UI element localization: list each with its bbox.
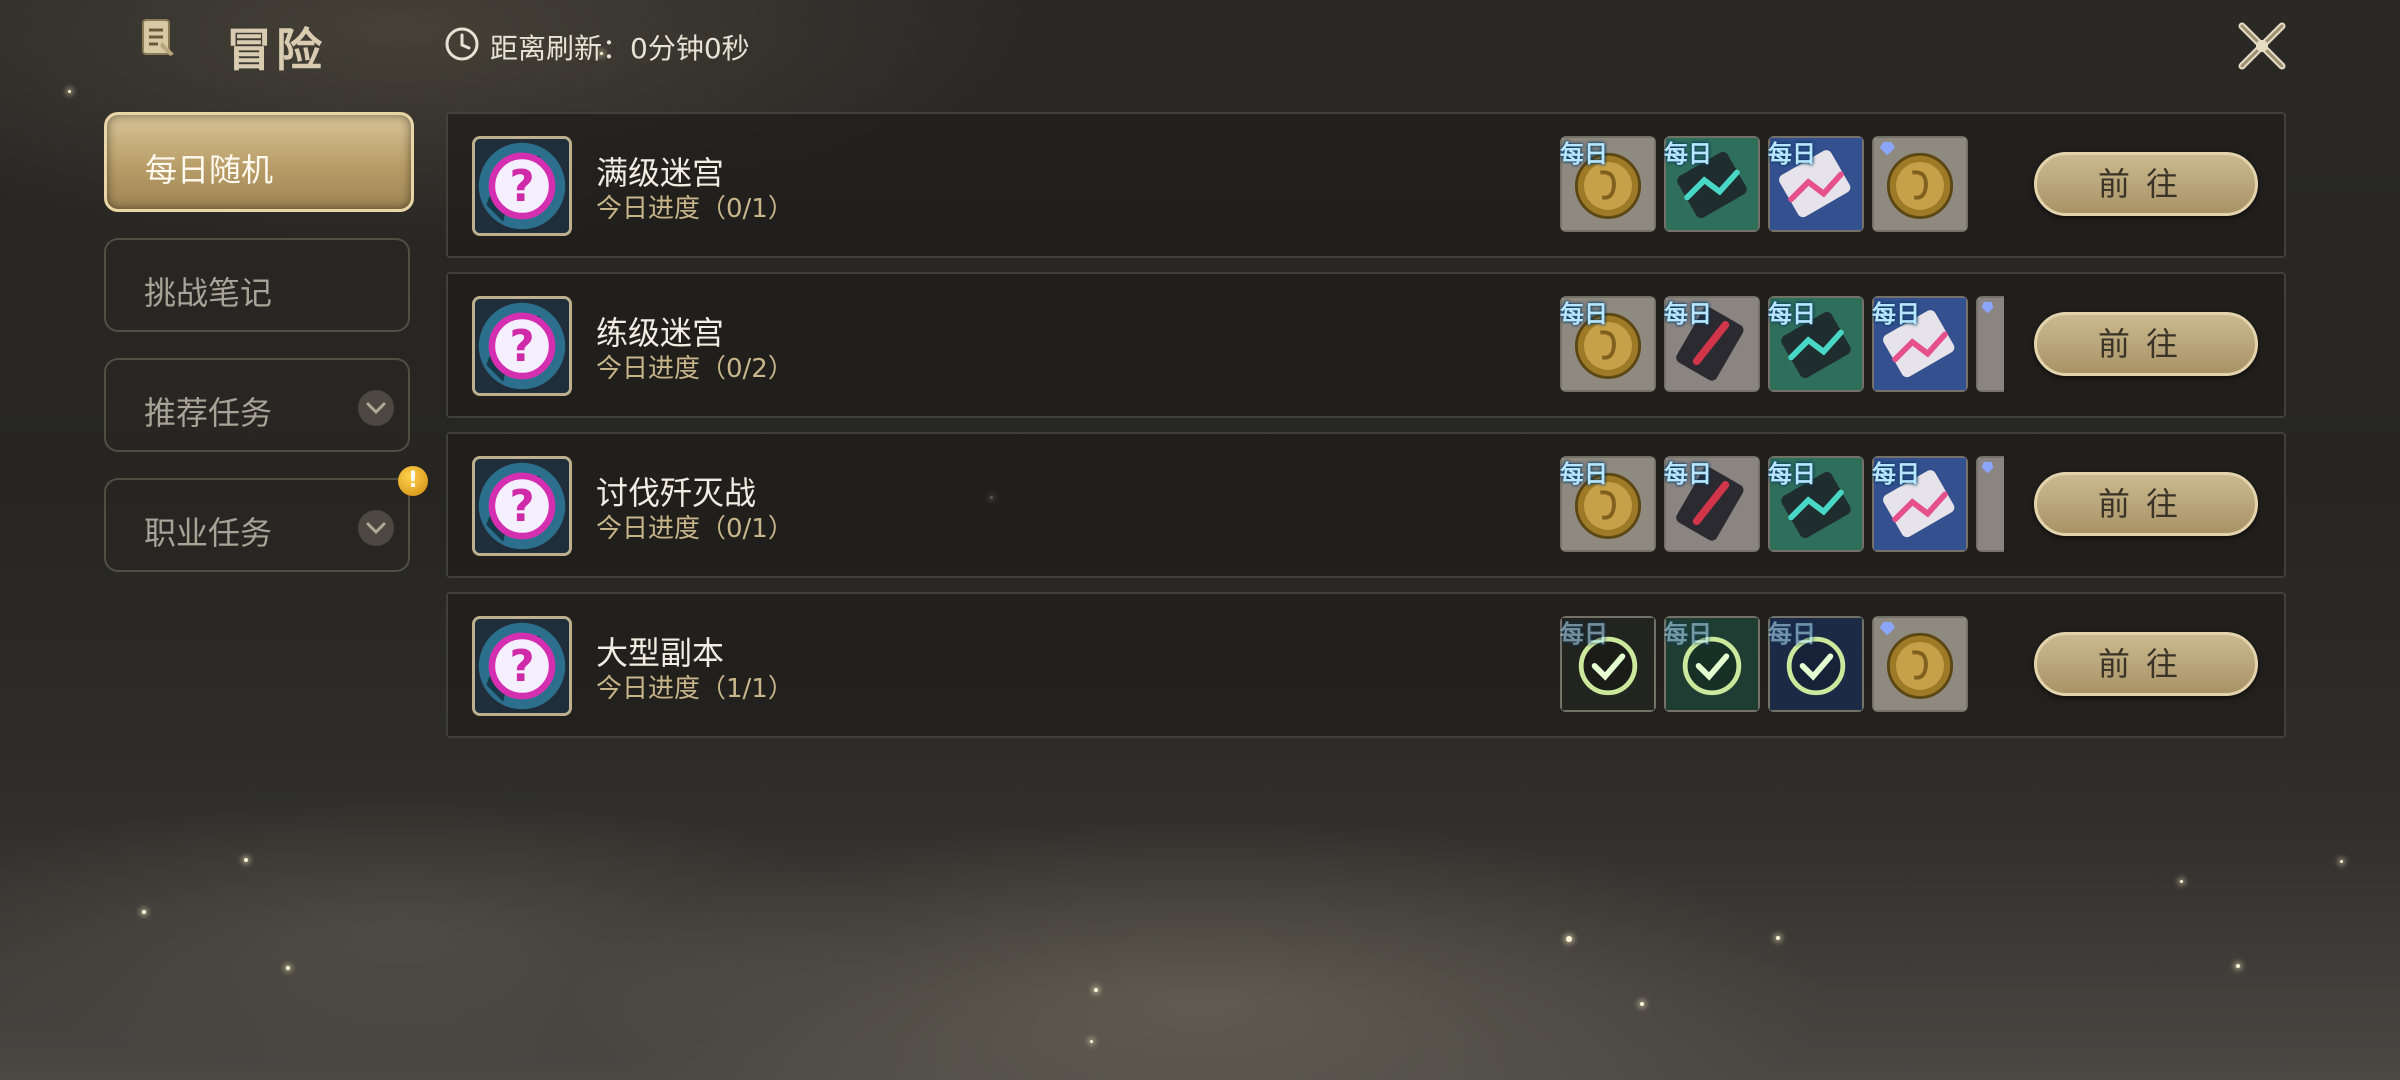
- task-row-large-raid: 大型副本 今日进度（1/1） 每日 每日 每日 前往: [446, 592, 2286, 738]
- sidebar-nav: 每日随机 挑战笔记 推荐任务 职业任务 !: [104, 112, 428, 598]
- refresh-timer: 距离刷新：0分钟0秒: [490, 27, 750, 67]
- sidebar-item-job-quests[interactable]: 职业任务 !: [104, 466, 428, 572]
- gold-coin-gem-icon: [1872, 616, 1968, 712]
- task-row-leveling-dungeon: 练级迷宫 今日进度（0/2） 每日 每日 每日 每日 前往: [446, 272, 2286, 418]
- partial-reward-icon: [1978, 298, 2004, 390]
- reward-slot[interactable]: 每日: [1560, 456, 1656, 552]
- daily-tag: 每日: [1768, 140, 1816, 168]
- question-mark-icon: [472, 616, 572, 716]
- reward-slot[interactable]: 每日: [1872, 296, 1968, 392]
- star-sparkle: [1640, 1002, 1644, 1006]
- partial-reward-icon: [1978, 458, 2004, 550]
- refresh-label: 距离刷新：: [490, 32, 631, 65]
- reward-slot[interactable]: 每日: [1664, 136, 1760, 232]
- sidebar-item-challenge-notes[interactable]: 挑战笔记: [104, 238, 410, 332]
- star-sparkle: [1776, 936, 1780, 940]
- task-progress: 今日进度（1/1）: [596, 674, 794, 704]
- sidebar-item-label: 推荐任务: [144, 394, 273, 432]
- go-button[interactable]: 前往: [2034, 312, 2258, 376]
- daily-tag: 每日: [1664, 620, 1712, 648]
- question-mark-icon: [472, 296, 572, 396]
- task-progress: 今日进度（0/1）: [596, 194, 794, 224]
- reward-slot[interactable]: 每日: [1664, 616, 1760, 712]
- reward-slot[interactable]: [1872, 616, 1968, 712]
- go-button[interactable]: 前往: [2034, 152, 2258, 216]
- go-button[interactable]: 前往: [2034, 472, 2258, 536]
- daily-tag: 每日: [1768, 460, 1816, 488]
- header-bar: 冒险 距离刷新：0分钟0秒: [0, 0, 2400, 100]
- reward-slot[interactable]: 每日: [1872, 456, 1968, 552]
- reward-list: 每日 每日 每日: [1560, 136, 2004, 236]
- reward-list: 每日 每日 每日 每日: [1560, 456, 2004, 556]
- daily-tag: 每日: [1664, 300, 1712, 328]
- star-sparkle: [2236, 964, 2240, 968]
- daily-tag: 每日: [1560, 620, 1608, 648]
- daily-tag: 每日: [1560, 300, 1608, 328]
- reward-slot[interactable]: 每日: [1768, 456, 1864, 552]
- star-sparkle: [2340, 860, 2343, 863]
- daily-tag: 每日: [1872, 460, 1920, 488]
- sidebar-item-daily-random[interactable]: 每日随机: [104, 112, 414, 212]
- reward-slot[interactable]: 每日: [1768, 296, 1864, 392]
- reward-slot[interactable]: 每日: [1664, 456, 1760, 552]
- close-x-icon[interactable]: [2232, 16, 2292, 76]
- reward-list: 每日 每日 每日: [1560, 616, 2004, 716]
- reward-slot[interactable]: 每日: [1768, 616, 1864, 712]
- question-mark-icon: [472, 136, 572, 236]
- sidebar-item-label: 职业任务: [144, 514, 273, 552]
- quest-scroll-icon: [142, 19, 174, 56]
- reward-slot[interactable]: 每日: [1664, 296, 1760, 392]
- star-sparkle: [1566, 936, 1572, 942]
- task-progress: 今日进度（0/2）: [596, 354, 794, 384]
- sidebar-item-label: 每日随机: [145, 151, 274, 189]
- alert-badge: !: [398, 466, 428, 496]
- daily-tag: 每日: [1664, 460, 1712, 488]
- go-button[interactable]: 前往: [2034, 632, 2258, 696]
- reward-slot[interactable]: [1976, 456, 2004, 552]
- star-sparkle: [1090, 1040, 1093, 1043]
- task-list: 满级迷宫 今日进度（0/1） 每日 每日 每日 前往 练级迷宫 今日进度（0/2…: [446, 112, 2286, 752]
- reward-list: 每日 每日 每日 每日: [1560, 296, 2004, 396]
- star-sparkle: [286, 966, 290, 970]
- daily-tag: 每日: [1768, 300, 1816, 328]
- star-sparkle: [244, 858, 248, 862]
- task-progress: 今日进度（0/1）: [596, 514, 794, 544]
- star-sparkle: [142, 910, 146, 914]
- reward-slot[interactable]: 每日: [1560, 296, 1656, 392]
- daily-tag: 每日: [1664, 140, 1712, 168]
- sidebar-item-label: 挑战笔记: [144, 274, 273, 312]
- clock-icon: [445, 27, 479, 61]
- reward-slot[interactable]: [1976, 296, 2004, 392]
- reward-slot[interactable]: 每日: [1768, 136, 1864, 232]
- gold-coin-gem-icon: [1872, 136, 1968, 232]
- daily-tag: 每日: [1560, 140, 1608, 168]
- refresh-time: 0分钟0秒: [630, 32, 750, 65]
- task-row-extermination-battle: 讨伐歼灭战 今日进度（0/1） 每日 每日 每日 每日 前往: [446, 432, 2286, 578]
- chevron-down-icon: [358, 390, 394, 426]
- daily-tag: 每日: [1560, 460, 1608, 488]
- reward-slot[interactable]: 每日: [1560, 616, 1656, 712]
- star-sparkle: [1094, 988, 1098, 992]
- question-mark-icon: [472, 456, 572, 556]
- chevron-down-icon: [358, 510, 394, 546]
- star-sparkle: [2180, 880, 2183, 883]
- daily-tag: 每日: [1872, 300, 1920, 328]
- daily-tag: 每日: [1768, 620, 1816, 648]
- task-row-max-level-dungeon: 满级迷宫 今日进度（0/1） 每日 每日 每日 前往: [446, 112, 2286, 258]
- sidebar-item-recommended-quests[interactable]: 推荐任务: [104, 358, 410, 452]
- page-title: 冒险: [226, 23, 326, 77]
- reward-slot[interactable]: 每日: [1560, 136, 1656, 232]
- reward-slot[interactable]: [1872, 136, 1968, 232]
